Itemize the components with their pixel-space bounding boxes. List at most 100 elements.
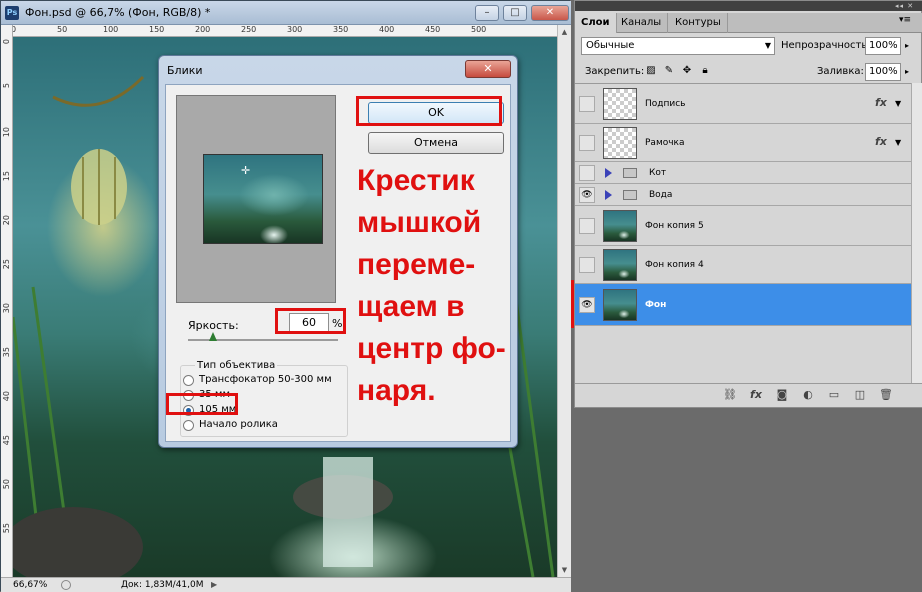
status-bar: 66,67% Док: 1,83M/41,0M ▶ — [1, 577, 571, 592]
panel-menu-icon[interactable]: ▾≡ — [899, 15, 911, 25]
flare-preview[interactable]: ✛ — [203, 154, 323, 244]
ruler-left: 0 5 10 15 20 25 30 35 40 45 50 55 — [1, 25, 13, 577]
lens-option-label: Начало ролика — [199, 419, 278, 430]
expand-triangle-icon[interactable] — [605, 168, 612, 178]
panel-tabs: Слои Каналы Контуры ▾≡ — [575, 13, 922, 33]
lock-position-icon[interactable]: ✥ — [681, 65, 693, 77]
ruler-tick: 40 — [2, 391, 11, 402]
ruler-tick: 200 — [195, 25, 211, 34]
layer-thumbnail — [603, 289, 637, 321]
lens-group-title: Тип объектива — [195, 360, 278, 371]
status-info-icon[interactable] — [61, 580, 71, 590]
visibility-toggle[interactable] — [579, 135, 595, 151]
status-menu-arrow-icon[interactable]: ▶ — [211, 580, 217, 589]
layers-panel: ◂◂ ✕ Слои Каналы Контуры ▾≡ Обычные ▼ Не… — [574, 0, 922, 408]
layer-row[interactable]: Фон копия 4 — [575, 246, 911, 284]
vertical-scrollbar[interactable]: ▲ ▼ — [557, 25, 571, 577]
expand-arrow-icon[interactable]: ▼ — [895, 138, 901, 147]
layer-group-row[interactable]: 👁︎ Вода — [575, 184, 911, 206]
layer-row[interactable]: Подпись fx ▼ — [575, 84, 911, 124]
panel-header[interactable]: ◂◂ ✕ — [575, 1, 922, 11]
layer-group-row[interactable]: Кот — [575, 162, 911, 184]
minimize-icon[interactable]: – — [475, 5, 499, 21]
link-icon[interactable]: ⛓︎ — [723, 388, 737, 402]
brightness-slider-thumb[interactable] — [209, 332, 217, 341]
layer-name: Фон копия 5 — [645, 221, 704, 231]
highlight-105mm — [166, 393, 238, 415]
expand-arrow-icon[interactable]: ▼ — [895, 99, 901, 108]
scroll-down-icon[interactable]: ▼ — [558, 563, 571, 577]
ruler-tick: 450 — [425, 25, 441, 34]
layer-thumbnail — [603, 127, 637, 159]
lens-option-label: Трансфокатор 50-300 мм — [199, 374, 332, 385]
lock-pixels-icon[interactable]: ✎ — [663, 65, 675, 77]
layer-name: Кот — [649, 168, 667, 178]
ruler-tick: 50 — [57, 25, 68, 34]
eye-icon[interactable]: 👁︎ — [579, 297, 595, 313]
opacity-input[interactable]: 100% — [865, 37, 901, 55]
annotation-text: Крестик мышкой переме- щаем в центр фо- … — [357, 164, 506, 407]
layers-scrollbar[interactable] — [911, 83, 922, 383]
close-icon[interactable]: ✕ — [531, 5, 569, 21]
blend-mode-select[interactable]: Обычные ▼ — [581, 37, 775, 55]
scroll-up-icon[interactable]: ▲ — [558, 25, 571, 39]
opacity-label: Непрозрачность: — [781, 40, 871, 51]
document-titlebar[interactable]: Ps Фон.psd @ 66,7% (Фон, RGB/8) * – □ ✕ — [1, 1, 571, 25]
expand-triangle-icon[interactable] — [605, 190, 612, 200]
panel-footer: ⛓︎ fx ◙ ◐ ▭ ◫ 🗑︎ — [575, 383, 922, 407]
ruler-top: 0 50 100 150 200 250 300 350 400 450 500 — [9, 25, 557, 37]
doc-size: Док: 1,83M/41,0M — [121, 580, 204, 590]
group-icon[interactable]: ▭ — [827, 388, 841, 402]
layer-row-selected[interactable]: 👁︎ Фон — [575, 284, 911, 326]
highlight-brightness — [275, 308, 346, 334]
lock-all-icon[interactable]: 🔒︎ — [699, 65, 711, 77]
cancel-button[interactable]: Отмена — [368, 132, 504, 154]
layer-row[interactable]: Фон копия 5 — [575, 206, 911, 246]
maximize-icon[interactable]: □ — [503, 5, 527, 21]
layer-thumbnail — [603, 210, 637, 242]
brightness-label: Яркость: — [188, 319, 239, 332]
ruler-tick: 55 — [2, 523, 11, 534]
lock-transparency-icon[interactable]: ▨ — [645, 65, 657, 77]
highlight-ok — [356, 96, 502, 126]
crosshair-icon[interactable]: ✛ — [241, 165, 250, 176]
photoshop-icon: Ps — [5, 6, 19, 20]
layer-thumbnail — [603, 249, 637, 281]
visibility-toggle[interactable] — [579, 96, 595, 112]
document-title: Фон.psd @ 66,7% (Фон, RGB/8) * — [25, 6, 211, 19]
ruler-tick: 250 — [241, 25, 257, 34]
fx-icon[interactable]: fx — [875, 135, 887, 148]
layer-name: Вода — [649, 190, 673, 200]
adjustment-icon[interactable]: ◐ — [801, 388, 815, 402]
eye-icon[interactable]: 👁︎ — [579, 187, 595, 203]
layer-row[interactable]: Рамочка fx ▼ — [575, 124, 911, 162]
new-layer-icon[interactable]: ◫ — [853, 388, 867, 402]
visibility-toggle[interactable] — [579, 218, 595, 234]
chevron-down-icon: ▼ — [764, 41, 771, 50]
trash-icon[interactable]: 🗑︎ — [879, 388, 893, 402]
visibility-toggle[interactable] — [579, 165, 595, 181]
collapse-icon[interactable]: ◂◂ ✕ — [895, 2, 914, 10]
fill-arrow-icon[interactable]: ▸ — [905, 67, 909, 76]
ruler-tick: 100 — [103, 25, 119, 34]
ruler-tick: 45 — [2, 435, 11, 446]
folder-icon — [623, 168, 637, 178]
fill-input[interactable]: 100% — [865, 63, 901, 81]
ruler-tick: 0 — [2, 39, 11, 45]
blend-mode-value: Обычные — [586, 40, 635, 51]
opacity-arrow-icon[interactable]: ▸ — [905, 41, 909, 50]
visibility-toggle[interactable] — [579, 257, 595, 273]
fx-icon[interactable]: fx — [749, 388, 763, 402]
tab-channels[interactable]: Каналы — [615, 13, 669, 33]
dialog-close-icon[interactable]: ✕ — [465, 60, 511, 78]
ruler-tick: 500 — [471, 25, 487, 34]
tab-paths[interactable]: Контуры — [669, 13, 728, 33]
zoom-level[interactable]: 66,67% — [13, 580, 47, 590]
tab-layers[interactable]: Слои — [575, 13, 617, 33]
ruler-tick: 50 — [2, 479, 11, 490]
fx-icon[interactable]: fx — [875, 96, 887, 109]
mask-icon[interactable]: ◙ — [775, 388, 789, 402]
radio-icon[interactable] — [183, 420, 194, 431]
dialog-title: Блики — [167, 64, 203, 77]
radio-icon[interactable] — [183, 375, 194, 386]
